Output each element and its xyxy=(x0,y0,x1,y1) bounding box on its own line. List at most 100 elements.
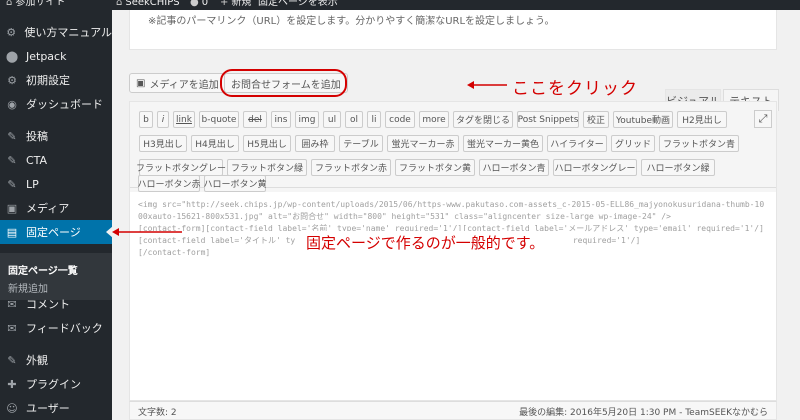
admin-bar-site2: SeekCHIPS xyxy=(125,0,180,8)
media-icon: ▣ xyxy=(6,201,18,215)
plus-icon: + xyxy=(220,0,229,8)
qt-table-button[interactable]: テーブル xyxy=(339,135,383,152)
comment-icon: ✉ xyxy=(7,297,17,311)
brush-icon: ✎ xyxy=(7,353,17,367)
qt-flat-yellow-button[interactable]: フラットボタン黄 xyxy=(395,159,475,176)
qt-box-button[interactable]: 囲み枠 xyxy=(295,135,335,152)
admin-bar-view-page-label: 固定ページを表示 xyxy=(258,0,338,8)
sidebar-item-label: コメント xyxy=(26,298,70,311)
sidebar-item-label: 固定ページ xyxy=(26,226,81,239)
dashboard-icon: ◉ xyxy=(7,97,17,111)
main-content: ※記事のパーマリンク（URL）を設定します。分かりやすく簡潔なURLを設定しまし… xyxy=(112,10,800,420)
add-media-button[interactable]: ▣ メディアを追加 xyxy=(129,73,226,93)
sidebar-item-users[interactable]: ☺ ユーザー xyxy=(0,396,112,420)
qt-li-button[interactable]: li xyxy=(367,111,381,128)
user-icon: ☺ xyxy=(6,401,18,415)
sidebar-item-label: プラグイン xyxy=(26,378,81,391)
sidebar-item-cta[interactable]: ✎ CTA xyxy=(0,148,112,172)
page-icon: ▤ xyxy=(6,225,18,239)
qt-italic-button[interactable]: i xyxy=(157,111,169,128)
qt-h4-button[interactable]: H4見出し xyxy=(191,135,239,152)
qt-ul-button[interactable]: ul xyxy=(323,111,341,128)
media-icon: ▣ xyxy=(136,77,146,89)
admin-bar: ⌂ 参加サイト ⌂ SeekCHIPS ● 0 + 新規 固定ページを表示 xyxy=(0,0,800,10)
feedback-icon: ✉ xyxy=(7,321,17,335)
click-here-annotation: ここをクリック xyxy=(512,79,638,99)
home-icon: ⌂ xyxy=(6,0,13,8)
qt-hello-yellow-button[interactable]: ハローボタン黄 xyxy=(204,175,267,192)
permalink-box: ※記事のパーマリンク（URL）を設定します。分かりやすく簡潔なURLを設定しまし… xyxy=(129,10,777,50)
editor-status-bar: 文字数: 2 最後の編集: 2016年5月20日 1:30 PM - TeamS… xyxy=(129,401,777,420)
fullscreen-icon: ⤢ xyxy=(758,112,768,125)
sidebar-item-pages[interactable]: ▤ 固定ページ xyxy=(0,220,113,244)
sidebar-item-label: メディア xyxy=(26,202,70,215)
qt-more-button[interactable]: more xyxy=(419,111,449,128)
qt-del-button[interactable]: del xyxy=(243,111,267,128)
qt-ol-button[interactable]: ol xyxy=(345,111,363,128)
qt-highlighter-button[interactable]: ハイライター xyxy=(547,135,607,152)
qt-link-button[interactable]: link xyxy=(173,111,195,128)
sidebar-item-lp[interactable]: ✎ LP xyxy=(0,172,112,196)
sidebar-item-posts[interactable]: ✎ 投稿 xyxy=(0,124,112,148)
qt-proofread-button[interactable]: 校正 xyxy=(583,111,609,128)
admin-bar-view-page[interactable]: 固定ページを表示 xyxy=(258,0,338,9)
last-edited: 最後の編集: 2016年5月20日 1:30 PM - TeamSEEKなかむら xyxy=(519,408,768,418)
admin-bar-sites[interactable]: ⌂ 参加サイト xyxy=(6,0,65,9)
sidebar-item-label: ダッシュボード xyxy=(26,98,103,111)
sidebar-item-appearance[interactable]: ✎ 外観 xyxy=(0,348,112,372)
qt-hello-grey-button[interactable]: ハローボタングレー xyxy=(553,159,637,176)
add-media-label: メディアを追加 xyxy=(149,79,219,91)
plugin-icon: ✚ xyxy=(7,377,17,391)
qt-marker-red-button[interactable]: 蛍光マーカー赤 xyxy=(387,135,459,152)
sidebar-item-label: 使い方マニュアル xyxy=(24,26,112,39)
pin-icon: ✎ xyxy=(7,177,17,191)
qt-hello-green-button[interactable]: ハローボタン緑 xyxy=(641,159,715,176)
submenu-item-all-pages[interactable]: 固定ページ一覧 xyxy=(8,262,78,277)
qt-grid-button[interactable]: グリッド xyxy=(611,135,655,152)
qt-hello-blue-button[interactable]: ハローボタン青 xyxy=(479,159,549,176)
qt-flat-green-button[interactable]: フラットボタン緑 xyxy=(227,159,307,176)
qt-img-button[interactable]: img xyxy=(295,111,319,128)
qt-close-tags-button[interactable]: タグを閉じる xyxy=(453,111,513,128)
sidebar-item-dashboard[interactable]: ◉ ダッシュボード xyxy=(0,92,112,116)
sidebar-item-feedback[interactable]: ✉ フィードバック xyxy=(0,316,112,340)
qt-flat-grey-button[interactable]: フラットボタングレー xyxy=(136,159,226,176)
qt-flat-blue-button[interactable]: フラットボタン青 xyxy=(659,135,739,152)
qt-post-snippets-button[interactable]: Post Snippets xyxy=(517,111,579,128)
qt-hello-red-button[interactable]: ハローボタン赤 xyxy=(138,175,201,192)
admin-bar-new[interactable]: + 新規 xyxy=(220,0,251,9)
arrow-left-icon xyxy=(467,81,507,89)
admin-bar-site[interactable]: ⌂ SeekCHIPS xyxy=(116,0,180,9)
house-icon: ⌂ xyxy=(116,0,123,8)
sidebar-item-initial-settings[interactable]: ⚙ 初期設定 xyxy=(0,68,112,92)
sidebar-item-label: 投稿 xyxy=(26,130,48,143)
qt-code-button[interactable]: code xyxy=(385,111,415,128)
qt-h2-button[interactable]: H2見出し xyxy=(677,111,727,128)
sidebar-item-label: CTA xyxy=(26,153,48,167)
sidebar-item-comments[interactable]: ✉ コメント xyxy=(0,292,112,316)
qt-bold-button[interactable]: b xyxy=(139,111,153,128)
jetpack-icon: ⬤ xyxy=(5,49,19,63)
qt-marker-yellow-button[interactable]: 蛍光マーカー黄色 xyxy=(463,135,543,152)
sidebar-item-label: ユーザー xyxy=(26,402,70,415)
sidebar-item-label: LP xyxy=(26,177,39,191)
qt-youtube-button[interactable]: Youtube動画 xyxy=(613,111,673,128)
qt-flat-red-button[interactable]: フラットボタン赤 xyxy=(311,159,391,176)
sidebar-item-plugins[interactable]: ✚ プラグイン xyxy=(0,372,112,396)
sidebar-item-media[interactable]: ▣ メディア xyxy=(0,196,112,220)
qt-ins-button[interactable]: ins xyxy=(271,111,291,128)
qt-h3-button[interactable]: H3見出し xyxy=(139,135,187,152)
admin-bar-new-label: 新規 xyxy=(231,0,252,8)
qt-h5-button[interactable]: H5見出し xyxy=(243,135,291,152)
admin-sidebar: ⚙ 使い方マニュアル ⬤ Jetpack ⚙ 初期設定 ◉ ダッシュボード ✎ … xyxy=(0,10,113,420)
sidebar-item-manual[interactable]: ⚙ 使い方マニュアル xyxy=(0,20,112,44)
sidebar-item-label: Jetpack xyxy=(26,49,67,63)
qt-bquote-button[interactable]: b-quote xyxy=(199,111,239,128)
fullscreen-button[interactable]: ⤢ xyxy=(754,110,772,128)
pin-icon: ✎ xyxy=(7,129,17,143)
gear-icon: ⚙ xyxy=(6,25,17,39)
sidebar-item-label: 外観 xyxy=(26,354,48,367)
sidebar-item-jetpack[interactable]: ⬤ Jetpack xyxy=(0,44,112,68)
admin-bar-comments[interactable]: ● 0 xyxy=(190,0,208,9)
sidebar-item-label: 初期設定 xyxy=(26,74,70,87)
